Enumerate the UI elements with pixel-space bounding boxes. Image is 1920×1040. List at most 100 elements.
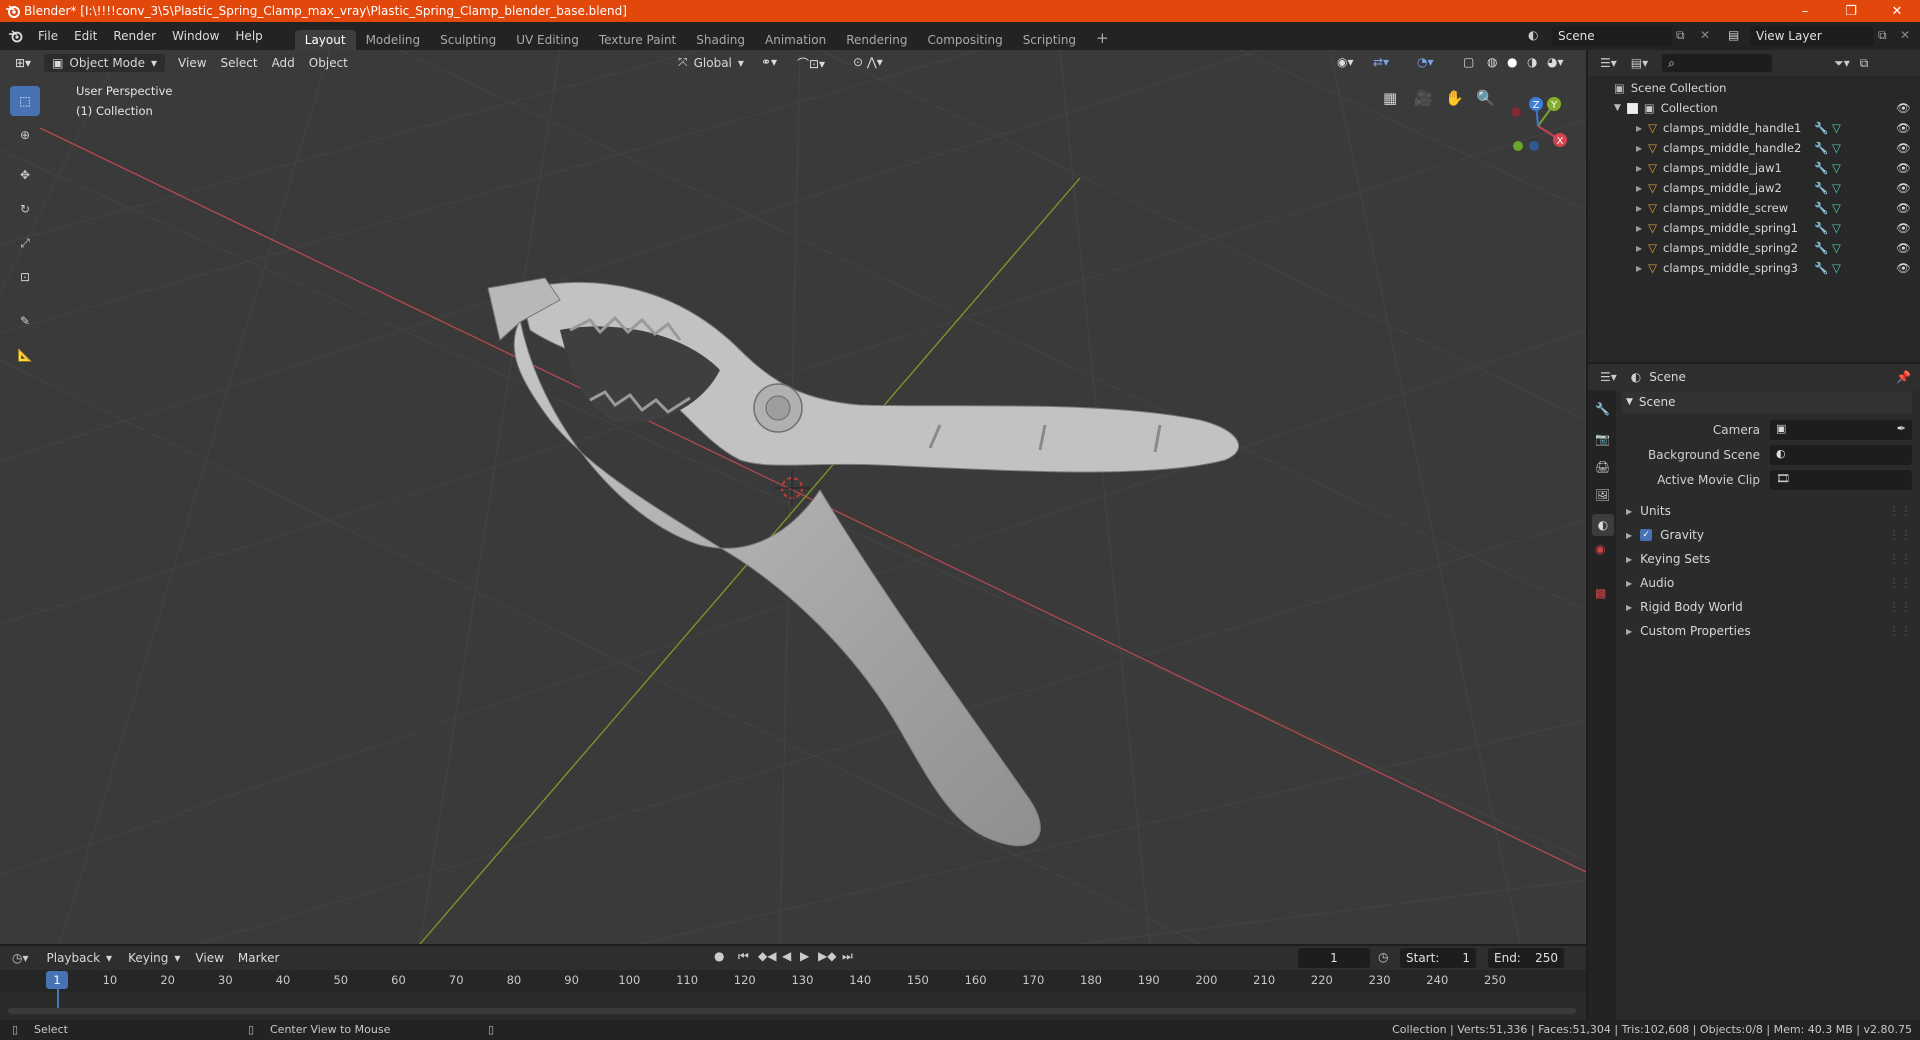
- tab-modeling[interactable]: Modeling: [356, 30, 431, 50]
- object-expand-icon[interactable]: ▶: [1636, 144, 1642, 153]
- move-tool[interactable]: ✥: [10, 160, 40, 190]
- section-gravity[interactable]: ▶ ✓ Gravity ⋮⋮: [1622, 524, 1912, 546]
- tab-animation[interactable]: Animation: [755, 30, 836, 50]
- overlay-toggle-icon[interactable]: ◔▾: [1410, 53, 1441, 71]
- scene-field[interactable]: ◐: [1770, 445, 1912, 465]
- scene-tab-icon[interactable]: ◐: [1592, 514, 1614, 536]
- rotate-tool[interactable]: ↻: [10, 194, 40, 224]
- jump-start-icon[interactable]: ⏮: [738, 949, 749, 964]
- camera-view-icon[interactable]: 🎥: [1414, 89, 1433, 107]
- texture-tab-icon[interactable]: ▩: [1595, 586, 1606, 600]
- toggle-camera-grid-icon[interactable]: ▦: [1383, 89, 1397, 107]
- neg-z-axis-handle[interactable]: [1529, 141, 1539, 151]
- mesh-data-icon[interactable]: ▽: [1832, 241, 1841, 255]
- outliner-editor-type-icon[interactable]: ☰▾: [1600, 56, 1617, 70]
- zoom-view-icon[interactable]: 🔍: [1476, 89, 1495, 107]
- menu-file[interactable]: File: [30, 29, 66, 43]
- object-expand-icon[interactable]: ▶: [1636, 224, 1642, 233]
- collection-checkbox[interactable]: [1626, 102, 1638, 114]
- drag-handle-icon[interactable]: ⋮⋮: [1888, 528, 1912, 542]
- mesh-data-icon[interactable]: ▽: [1832, 261, 1841, 275]
- collection-expand-icon[interactable]: ▼: [1614, 103, 1621, 113]
- eye-icon[interactable]: 👁: [1896, 101, 1911, 115]
- mode-selector[interactable]: ▣ Object Mode ▾: [44, 54, 166, 72]
- view-layer-icon[interactable]: ▤: [1728, 28, 1739, 42]
- modifier-icon[interactable]: 🔧: [1814, 201, 1828, 215]
- movie-clip-field[interactable]: 🎞: [1770, 470, 1912, 490]
- select-box-tool[interactable]: ⬚: [10, 86, 40, 116]
- object-expand-icon[interactable]: ▶: [1636, 164, 1642, 173]
- maximize-button[interactable]: ❐: [1828, 0, 1874, 22]
- mesh-data-icon[interactable]: ▽: [1832, 181, 1841, 195]
- output-tab-icon[interactable]: 🖨: [1595, 460, 1610, 474]
- tab-uv-editing[interactable]: UV Editing: [506, 30, 589, 50]
- prev-keyframe-icon[interactable]: ◆◀: [758, 949, 776, 963]
- end-frame-field[interactable]: End: 250: [1488, 948, 1564, 968]
- mesh-data-icon[interactable]: ▽: [1832, 201, 1841, 215]
- remove-scene-icon[interactable]: ✕: [1700, 28, 1710, 42]
- mesh-data-icon[interactable]: ▽: [1832, 221, 1841, 235]
- eye-icon[interactable]: 👁: [1896, 261, 1911, 275]
- eye-icon[interactable]: 👁: [1896, 221, 1911, 235]
- eye-icon[interactable]: 👁: [1896, 141, 1911, 155]
- viewport-menu-select[interactable]: Select: [214, 54, 265, 72]
- tab-scripting[interactable]: Scripting: [1013, 30, 1086, 50]
- tab-rendering[interactable]: Rendering: [836, 30, 917, 50]
- minimize-button[interactable]: –: [1782, 0, 1828, 22]
- viewport-menu-object[interactable]: Object: [302, 54, 355, 72]
- filter-icon[interactable]: ⏷▾: [1834, 56, 1850, 71]
- eye-icon[interactable]: 👁: [1896, 161, 1911, 175]
- scene-selector[interactable]: Scene: [1552, 26, 1672, 46]
- drag-handle-icon[interactable]: ⋮⋮: [1888, 504, 1912, 518]
- menu-help[interactable]: Help: [227, 29, 270, 43]
- outliner-search-input[interactable]: ⌕: [1662, 54, 1773, 72]
- timeline-editor-type-icon[interactable]: ◷▾: [12, 951, 29, 965]
- visibility-icon[interactable]: ◉▾: [1330, 53, 1361, 71]
- menu-edit[interactable]: Edit: [66, 29, 105, 43]
- modifier-icon[interactable]: 🔧: [1814, 261, 1828, 275]
- outliner-row-object[interactable]: ▶ ▽ clamps_middle_spring3 🔧 ▽ 👁: [1588, 258, 1920, 278]
- view-layer-tab-icon[interactable]: 🖼: [1595, 488, 1610, 502]
- measure-tool[interactable]: 📐: [10, 340, 40, 370]
- new-scene-icon[interactable]: ⧉: [1676, 28, 1685, 43]
- camera-field[interactable]: ▣ ✒: [1770, 420, 1912, 440]
- drag-handle-icon[interactable]: ⋮⋮: [1888, 576, 1912, 590]
- object-expand-icon[interactable]: ▶: [1636, 244, 1642, 253]
- section-keying-sets[interactable]: ▶ Keying Sets ⋮⋮: [1622, 548, 1912, 570]
- menu-window[interactable]: Window: [164, 29, 227, 43]
- transform-tool[interactable]: ⊡: [10, 262, 40, 292]
- close-window-button[interactable]: ✕: [1874, 0, 1920, 22]
- drag-handle-icon[interactable]: ⋮⋮: [1888, 552, 1912, 566]
- tool-tab-icon[interactable]: 🔧: [1595, 402, 1610, 416]
- pan-view-icon[interactable]: ✋: [1445, 89, 1464, 107]
- mesh-data-icon[interactable]: ▽: [1832, 121, 1841, 135]
- tab-layout[interactable]: Layout: [294, 30, 356, 50]
- remove-view-layer-icon[interactable]: ✕: [1900, 28, 1910, 42]
- add-workspace-button[interactable]: +: [1086, 26, 1119, 50]
- outliner-row-object[interactable]: ▶ ▽ clamps_middle_jaw2 🔧 ▽ 👁: [1588, 178, 1920, 198]
- use-preview-range-icon[interactable]: ◷: [1378, 950, 1388, 964]
- modifier-icon[interactable]: 🔧: [1814, 141, 1828, 155]
- tab-texture-paint[interactable]: Texture Paint: [589, 30, 686, 50]
- spring-clamp-model[interactable]: [487, 277, 1240, 847]
- timeline-menu-marker[interactable]: Marker: [231, 949, 286, 967]
- modifier-icon[interactable]: 🔧: [1814, 181, 1828, 195]
- mesh-data-icon[interactable]: ▽: [1832, 141, 1841, 155]
- world-tab-icon[interactable]: ◉: [1595, 542, 1605, 556]
- cursor-tool[interactable]: ⊕: [10, 120, 40, 150]
- object-expand-icon[interactable]: ▶: [1636, 204, 1642, 213]
- object-expand-icon[interactable]: ▶: [1636, 124, 1642, 133]
- eye-icon[interactable]: 👁: [1896, 201, 1911, 215]
- outliner-row-object[interactable]: ▶ ▽ clamps_middle_spring2 🔧 ▽ 👁: [1588, 238, 1920, 258]
- modifier-icon[interactable]: 🔧: [1814, 121, 1828, 135]
- keying-menu[interactable]: Keying ▾: [120, 949, 188, 967]
- blender-menu-icon[interactable]: [8, 28, 24, 44]
- modifier-icon[interactable]: 🔧: [1814, 221, 1828, 235]
- xray-toggle-icon[interactable]: ▢: [1456, 53, 1481, 71]
- outliner-row-collection[interactable]: ▼ ▣ Collection 👁: [1588, 98, 1920, 118]
- section-audio[interactable]: ▶ Audio ⋮⋮: [1622, 572, 1912, 594]
- gizmo-toggle-icon[interactable]: ⇄▾: [1366, 53, 1396, 71]
- pivot-point-icon[interactable]: ⚭▾: [754, 53, 784, 71]
- viewport-menu-add[interactable]: Add: [265, 54, 302, 72]
- menu-render[interactable]: Render: [105, 29, 164, 43]
